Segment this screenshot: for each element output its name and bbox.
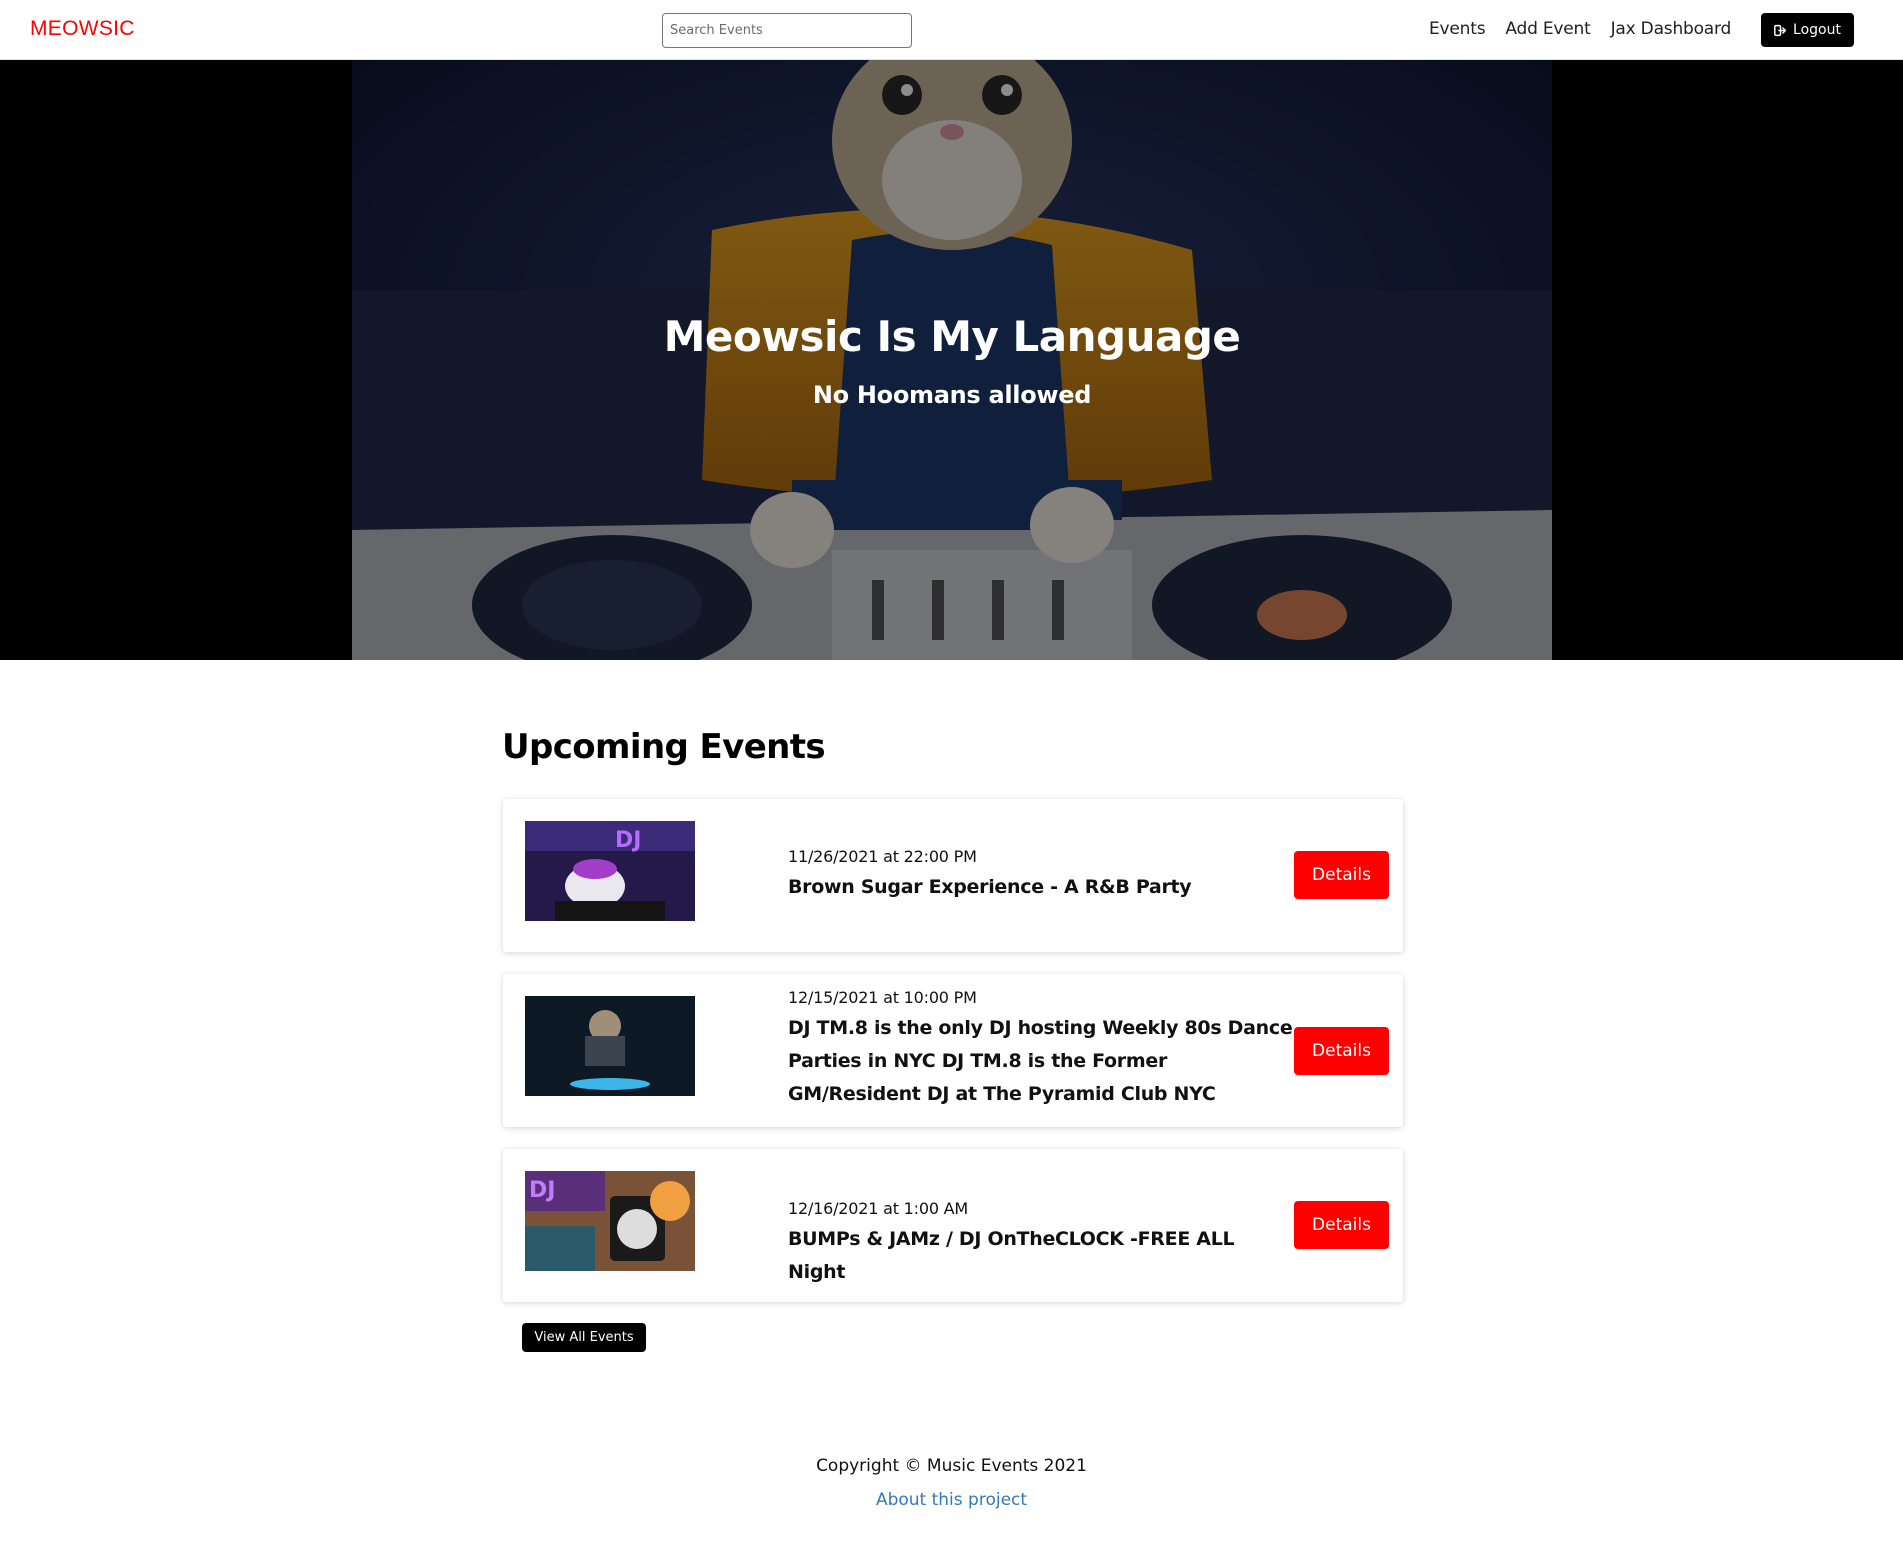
- event-thumbnail: DJ: [525, 1171, 695, 1271]
- event-card: DJ 11/26/2021 at 22:00 PM Brown Sugar Ex…: [503, 799, 1403, 952]
- nav-links: Events Add Event Jax Dashboard: [1429, 19, 1751, 39]
- nav-link-events[interactable]: Events: [1429, 19, 1486, 39]
- event-name: DJ TM.8 is the only DJ hosting Weekly 80…: [788, 1017, 1293, 1105]
- nav-link-dashboard[interactable]: Jax Dashboard: [1611, 19, 1732, 39]
- event-name: BUMPs & JAMz / DJ OnTheCLOCK -FREE ALL N…: [788, 1228, 1235, 1283]
- view-all-events-button[interactable]: View All Events: [522, 1323, 646, 1352]
- navbar: MEOWSIC Events Add Event Jax Dashboard L…: [0, 0, 1903, 60]
- svg-text:DJ: DJ: [529, 1178, 555, 1203]
- logout-button[interactable]: Logout: [1761, 13, 1854, 47]
- section-title: Upcoming Events: [502, 727, 826, 767]
- logout-label: Logout: [1793, 22, 1841, 38]
- about-project-link-wrapper: About this project: [0, 1490, 1903, 1510]
- about-project-link[interactable]: About this project: [876, 1490, 1027, 1510]
- svg-text:DJ: DJ: [615, 828, 641, 853]
- hero-title: Meowsic Is My Language: [663, 312, 1241, 361]
- event-thumbnail: DJ: [525, 821, 695, 921]
- event-date: 11/26/2021 at 22:00 PM: [788, 847, 977, 866]
- event-date: 12/16/2021 at 1:00 AM: [788, 1199, 969, 1218]
- copyright-text: Copyright © Music Events 2021: [816, 1456, 1087, 1476]
- nav-link-add-event[interactable]: Add Event: [1505, 19, 1590, 39]
- details-button[interactable]: Details: [1294, 1027, 1389, 1075]
- event-date: 12/15/2021 at 10:00 PM: [788, 988, 977, 1007]
- hero-subtitle: No Hoomans allowed: [812, 381, 1092, 409]
- brand-logo[interactable]: MEOWSIC: [30, 17, 135, 41]
- event-card: DJ 12/16/2021 at 1:00 AM BUMPs & JAMz / …: [503, 1149, 1403, 1302]
- event-card: 12/15/2021 at 10:00 PM DJ TM.8 is the on…: [503, 974, 1403, 1127]
- event-thumbnail: [525, 996, 695, 1096]
- details-button[interactable]: Details: [1294, 851, 1389, 899]
- search-input[interactable]: [662, 13, 912, 48]
- event-name: Brown Sugar Experience - A R&B Party: [788, 876, 1192, 898]
- sign-out-icon: [1774, 24, 1787, 36]
- details-button[interactable]: Details: [1294, 1201, 1389, 1249]
